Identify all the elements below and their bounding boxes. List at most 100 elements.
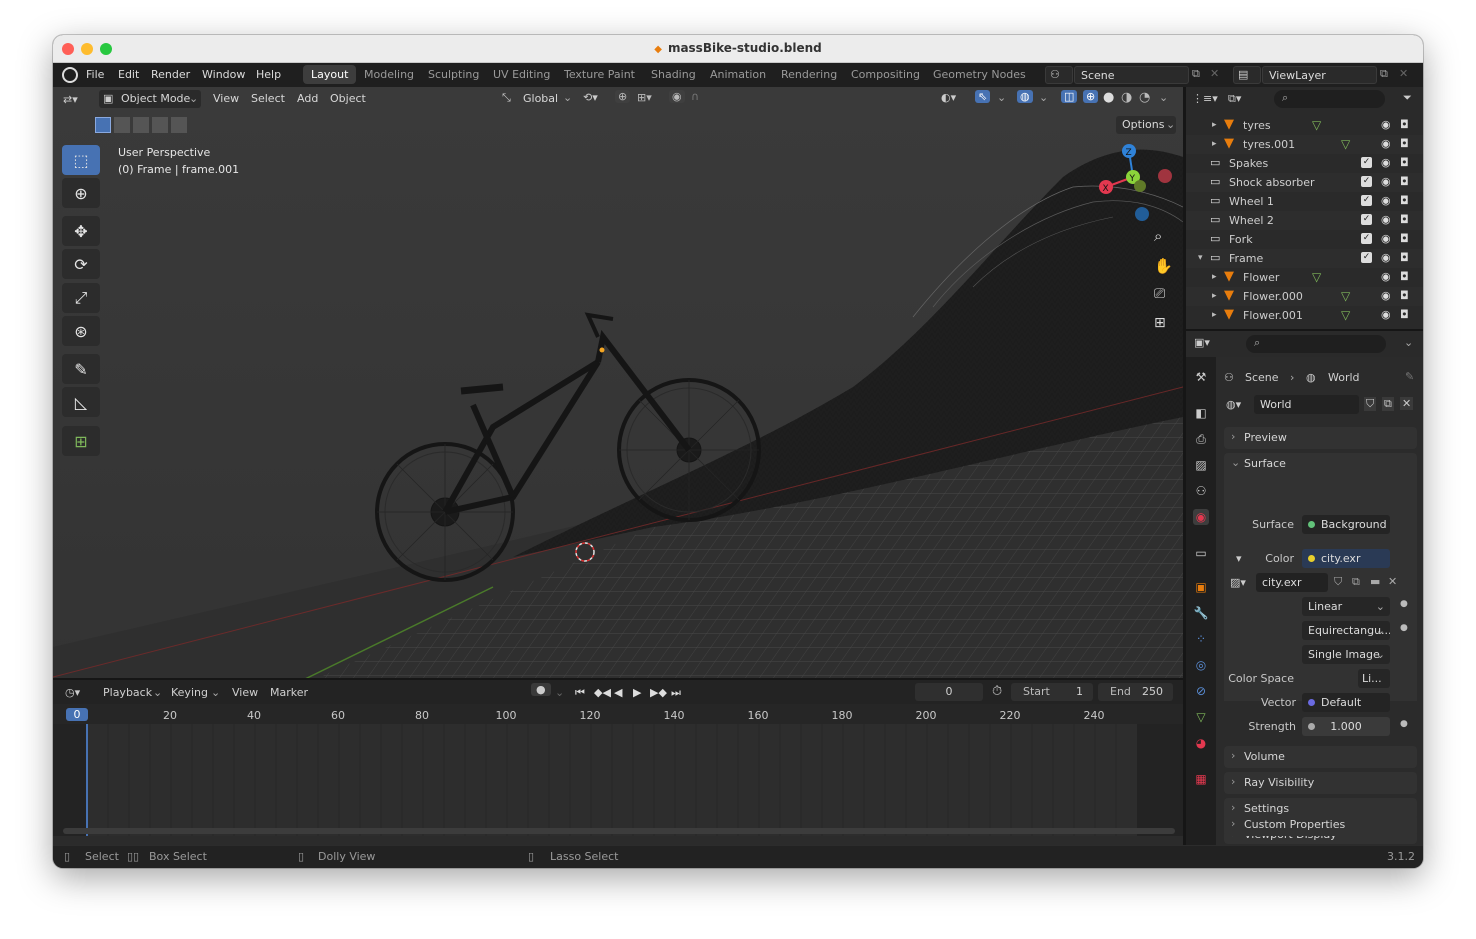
particles-tab-icon[interactable]: ⁘ bbox=[1193, 631, 1209, 647]
viewport-menu-object[interactable]: Object bbox=[330, 92, 366, 105]
area-separator[interactable] bbox=[53, 678, 1183, 680]
outliner-row[interactable]: ▸ ▼ tyres ▽ ◉ ◘ bbox=[1186, 116, 1423, 135]
shading-solid-icon[interactable]: ● bbox=[1103, 90, 1114, 105]
display-mode-icon[interactable]: ⧉▾ bbox=[1228, 92, 1241, 106]
proportional-edit-icon[interactable]: ◉ bbox=[669, 90, 685, 103]
camera-icon[interactable]: ◘ bbox=[1400, 118, 1409, 131]
area-separator[interactable] bbox=[1186, 329, 1423, 331]
falloff-icon[interactable]: ∩ bbox=[691, 90, 699, 103]
color-input-field[interactable]: city.exr bbox=[1302, 549, 1390, 568]
texture-tab-icon[interactable]: ▦ bbox=[1193, 771, 1209, 787]
record-icon[interactable]: ● bbox=[531, 683, 551, 696]
duplicate-icon[interactable]: ⧉ bbox=[1352, 575, 1360, 589]
eye-icon[interactable]: ◉ bbox=[1381, 175, 1391, 188]
world-name-field[interactable]: World bbox=[1254, 395, 1359, 414]
socket-dot-icon[interactable]: ● bbox=[1400, 719, 1408, 729]
eye-icon[interactable]: ◉ bbox=[1381, 270, 1391, 283]
select-mode-intersect-icon[interactable] bbox=[171, 117, 187, 133]
color-space-dropdown[interactable]: Li... bbox=[1358, 669, 1390, 688]
add-cube-tool-icon[interactable]: ⊞ bbox=[62, 426, 100, 456]
tab-modeling[interactable]: Modeling bbox=[364, 68, 414, 81]
next-keyframe-icon[interactable]: ▶◆ bbox=[650, 686, 667, 699]
playhead-frame-label[interactable]: 0 bbox=[66, 708, 88, 721]
eye-icon[interactable]: ◉ bbox=[1381, 213, 1391, 226]
exclude-checkbox[interactable]: ✓ bbox=[1361, 214, 1372, 225]
select-mode-extend-icon[interactable] bbox=[114, 117, 130, 133]
duplicate-icon[interactable]: ⧉ bbox=[1382, 397, 1394, 411]
expand-arrow-icon[interactable]: ▾ bbox=[1198, 253, 1203, 263]
mesh-data-icon[interactable]: ▽ bbox=[1341, 137, 1350, 151]
outliner-row[interactable]: ▾ ▭ Frame ✓ ◉ ◘ bbox=[1186, 249, 1423, 268]
strength-field[interactable]: 1.000 bbox=[1302, 717, 1390, 736]
panel-custom-properties[interactable]: › Custom Properties bbox=[1224, 814, 1417, 836]
menu-render[interactable]: Render bbox=[151, 68, 190, 81]
expand-arrow-icon[interactable]: ▸ bbox=[1212, 291, 1217, 301]
visibility-icon[interactable]: ◐▾ bbox=[941, 91, 956, 104]
viewlayer-browse-icon[interactable]: ▤ bbox=[1233, 66, 1261, 84]
panel-surface[interactable]: ⌄ Surface bbox=[1224, 453, 1417, 475]
scene-browse-icon[interactable]: ⚇ bbox=[1045, 66, 1073, 84]
viewlayer-new-icon[interactable]: ⧉ bbox=[1380, 67, 1388, 81]
camera-icon[interactable]: ◘ bbox=[1400, 270, 1409, 283]
data-tab-icon[interactable]: ▽ bbox=[1193, 709, 1209, 725]
tab-layout[interactable]: Layout bbox=[303, 65, 357, 84]
ortho-toggle-icon[interactable]: ⊞ bbox=[1154, 315, 1166, 331]
mode-selector[interactable]: ▣ Object Mode ⌄ bbox=[99, 90, 201, 108]
blender-logo-icon[interactable] bbox=[62, 67, 78, 83]
output-tab-icon[interactable]: ⎙ bbox=[1193, 431, 1209, 447]
menu-file[interactable]: File bbox=[86, 68, 104, 81]
tab-uv-editing[interactable]: UV Editing bbox=[493, 68, 550, 81]
outliner-row[interactable]: ▸ ▼ Flower ▽ ◉ ◘ bbox=[1186, 268, 1423, 287]
orientation-selector[interactable]: Global bbox=[523, 92, 558, 105]
tab-texture-paint[interactable]: Texture Paint bbox=[564, 68, 635, 81]
socket-dot-icon[interactable]: ● bbox=[1400, 623, 1408, 633]
outliner-row[interactable]: ▭ Spakes ✓ ◉ ◘ bbox=[1186, 154, 1423, 173]
transform-tool-icon[interactable]: ⊛ bbox=[62, 316, 100, 346]
play-icon[interactable]: ▶ bbox=[633, 686, 641, 699]
tab-animation[interactable]: Animation bbox=[710, 68, 766, 81]
outliner[interactable]: ⋮≡▾ ⧉▾ ⌕ ⏷ ▸ ▼ tyres ▽ ◉ ◘ ▸ ▼ tyres.001 ▽ ◉ ◘ ▭ Spak… bbox=[1186, 87, 1423, 331]
snap-target-icon[interactable]: ⊞▾ bbox=[637, 91, 652, 104]
3d-viewport[interactable]: ⇄▾ ▣ Object Mode ⌄ View Select Add Objec… bbox=[53, 87, 1183, 680]
camera-icon[interactable]: ◘ bbox=[1400, 289, 1409, 302]
select-box-tool-icon[interactable]: ⬚ bbox=[62, 145, 100, 175]
eye-icon[interactable]: ◉ bbox=[1381, 118, 1391, 131]
source-dropdown[interactable]: Single Image ⌄ bbox=[1302, 645, 1390, 664]
scene-new-icon[interactable]: ⧉ bbox=[1192, 67, 1200, 81]
pivot-point-icon[interactable]: ⟲▾ bbox=[583, 91, 598, 104]
world-browse-icon[interactable]: ◍▾ bbox=[1226, 398, 1241, 411]
viewlayer-delete-icon[interactable]: ✕ bbox=[1399, 67, 1408, 80]
image-name-field[interactable]: city.exr bbox=[1256, 573, 1328, 592]
annotate-tool-icon[interactable]: ✎ bbox=[62, 354, 100, 384]
outliner-row[interactable]: ▸ ▼ Flower.000 ▽ ◉ ◘ bbox=[1186, 287, 1423, 306]
unlink-icon[interactable]: ✕ bbox=[1388, 575, 1397, 588]
timeline-editor[interactable]: ◷▾ Playback ⌄ Keying ⌄ View Marker ● ⌄ ⏮… bbox=[53, 680, 1183, 845]
end-frame-field[interactable]: End 250 bbox=[1098, 683, 1173, 701]
jump-start-icon[interactable]: ⏮ bbox=[575, 686, 585, 700]
gizmo-toggle-icon[interactable]: ⇖ bbox=[975, 90, 991, 103]
collection-tab-icon[interactable]: ▭ bbox=[1193, 545, 1209, 561]
timeline-menu-marker[interactable]: Marker bbox=[270, 686, 308, 699]
outliner-row[interactable]: ▭ Shock absorber ✓ ◉ ◘ bbox=[1186, 173, 1423, 192]
tool-tab-icon[interactable]: ⚒ bbox=[1193, 369, 1209, 385]
mesh-data-icon[interactable]: ▽ bbox=[1341, 289, 1350, 303]
scene-delete-icon[interactable]: ✕ bbox=[1210, 67, 1219, 80]
play-reverse-icon[interactable]: ◀ bbox=[614, 686, 622, 699]
exclude-checkbox[interactable]: ✓ bbox=[1361, 157, 1372, 168]
exclude-checkbox[interactable]: ✓ bbox=[1361, 195, 1372, 206]
interpolation-dropdown[interactable]: Linear ⌄ bbox=[1302, 597, 1390, 616]
exclude-checkbox[interactable]: ✓ bbox=[1361, 233, 1372, 244]
start-frame-field[interactable]: Start 1 bbox=[1011, 683, 1093, 701]
camera-icon[interactable]: ◘ bbox=[1400, 232, 1409, 245]
unlink-icon[interactable]: ✕ bbox=[1400, 397, 1414, 410]
camera-icon[interactable]: ◘ bbox=[1400, 251, 1409, 264]
tab-sculpting[interactable]: Sculpting bbox=[428, 68, 479, 81]
expand-arrow-icon[interactable]: ▸ bbox=[1212, 120, 1217, 130]
constraints-tab-icon[interactable]: ⊘ bbox=[1193, 683, 1209, 699]
tab-geometry-nodes[interactable]: Geometry Nodes bbox=[933, 68, 1026, 81]
zoom-icon[interactable]: ⌕ bbox=[1154, 227, 1162, 245]
view-layer-tab-icon[interactable]: ▨ bbox=[1193, 457, 1209, 473]
filter-icon[interactable]: ⏷ bbox=[1403, 91, 1412, 105]
timeline-menu-playback[interactable]: Playback bbox=[103, 686, 152, 699]
panel-ray-visibility[interactable]: › Ray Visibility bbox=[1224, 772, 1417, 794]
